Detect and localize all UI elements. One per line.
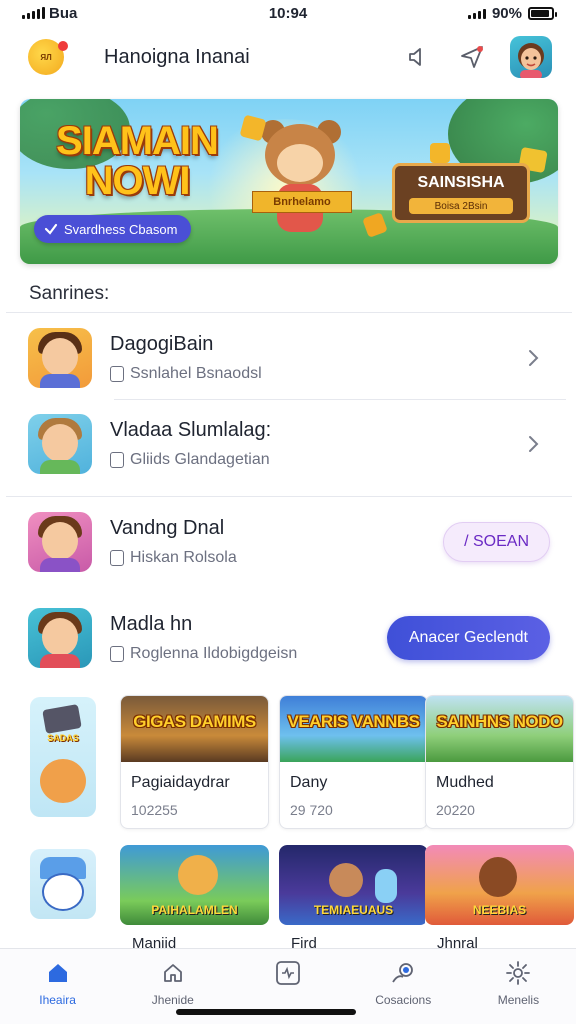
game-art: VEARIS VANNBS <box>280 696 427 762</box>
battery-icon <box>528 6 557 20</box>
cellular-icon <box>467 7 486 19</box>
game-card[interactable]: NEEBIAS Jhnral <box>425 845 574 952</box>
nav-label: Jhenide <box>151 993 194 1007</box>
list-item[interactable]: DagogiBain Ssnlahel Bsnaodsl <box>6 313 572 403</box>
banner-ribbon: Bnrhelamo <box>252 191 352 213</box>
sign-subtitle: Boisa 2Bsin <box>409 198 513 214</box>
list-item-subtitle: Ssnlahel Bsnaodsl <box>130 365 262 382</box>
game-card[interactable]: PAIHALAMLEN Maniid <box>120 845 269 952</box>
home-icon <box>44 959 72 987</box>
section-label: Sanrines: <box>29 283 110 304</box>
game-art-label: VEARIS VANNBS <box>287 712 420 731</box>
list-item-title: DagogiBain <box>110 333 214 355</box>
game-art-label: GIGAS DAMIMS <box>133 712 256 731</box>
gear-icon <box>504 959 532 987</box>
side-card-label: SADAS <box>47 733 79 743</box>
banner-cta-label: Svardhess Cbasom <box>64 221 178 237</box>
list-item-subtitle: Hiskan Rolsola <box>130 549 237 566</box>
game-art: SAINHNS NODO <box>426 696 573 762</box>
activity-icon <box>274 959 302 987</box>
banner-sign: SAINSISHA Boisa 2Bsin <box>392 163 530 223</box>
nav-label: Iheaira <box>39 993 76 1007</box>
house-outline-icon <box>159 959 187 987</box>
checkbox-icon[interactable] <box>110 366 124 382</box>
checkbox-icon[interactable] <box>110 550 124 566</box>
list-item-subtitle: Roglenna Ildobigdgeisn <box>130 645 298 662</box>
signal-icon <box>22 7 45 19</box>
soft-action-button[interactable]: / SOEAN <box>443 522 550 562</box>
chevron-right-icon[interactable] <box>518 343 548 373</box>
send-icon[interactable] <box>452 37 492 77</box>
avatar <box>28 512 92 572</box>
list-item-subtitle: Gliids Glandagetian <box>130 451 270 468</box>
logo-text: ЯЛ <box>40 52 52 62</box>
game-card[interactable]: GIGAS DAMIMS Pagiaidaydrar 102255 <box>120 695 269 829</box>
game-count: 102255 <box>131 802 178 818</box>
game-card[interactable]: TEMIAEUAUS Fird <box>279 845 428 952</box>
status-bar: Bua 10:94 90% <box>0 0 576 26</box>
checkbox-icon[interactable] <box>110 646 124 662</box>
carrier-label: Bua <box>49 4 78 22</box>
bear-mascot <box>255 120 345 244</box>
chevron-right-icon[interactable] <box>518 429 548 459</box>
game-art-label: PAIHALAMLEN <box>151 903 238 917</box>
nav-item-settings[interactable]: Menelis <box>461 949 576 1024</box>
avatar <box>28 414 92 474</box>
game-art-label: NEEBIAS <box>472 903 527 917</box>
game-title: Pagiaidaydrar <box>131 774 230 791</box>
game-art-label: TEMIAEUAUS <box>313 903 394 917</box>
game-count: 20220 <box>436 802 475 818</box>
avatar <box>28 608 92 668</box>
game-art-label: SAINHNS NODO <box>436 712 563 731</box>
list-item-title: Vandng Dnal <box>110 517 225 539</box>
sign-title: SAINSISHA <box>417 174 505 191</box>
game-title: Dany <box>290 774 328 791</box>
banner-cta-button[interactable]: Svardhess Cbasom <box>34 215 192 243</box>
status-time: 10:94 <box>268 4 308 22</box>
game-art: PAIHALAMLEN <box>120 845 269 925</box>
speaker-icon[interactable] <box>398 37 438 77</box>
game-card[interactable]: SAINHNS NODO Mudhed 20220 <box>425 695 574 829</box>
home-indicator[interactable] <box>176 1009 356 1015</box>
checkbox-icon[interactable] <box>110 452 124 468</box>
app-header: ЯЛ Hanoigna Inanai <box>0 30 576 84</box>
list-item[interactable]: Vladaa Slumlalag: Gliids Glandagetian <box>6 399 572 489</box>
game-card[interactable]: VEARIS VANNBS Dany 29 720 <box>279 695 428 829</box>
nav-label: Menelis <box>497 993 540 1007</box>
list-item[interactable]: Madla hn Roglenna Ildobigdgeisn Anacer G… <box>6 593 572 683</box>
game-art: NEEBIAS <box>425 845 574 925</box>
list-item-title: Vladaa Slumlalag: <box>110 419 272 441</box>
character-icon <box>40 759 86 803</box>
hero-banner[interactable]: SIAMAIN NOWI Bnrhelamo SAINSISHA Boisa 2… <box>20 99 558 264</box>
app-title: Hanoigna Inanai <box>104 45 250 68</box>
banner-title: SIAMAIN NOWI <box>56 119 219 203</box>
check-icon <box>44 223 58 235</box>
game-art <box>42 704 82 734</box>
search-user-icon <box>389 959 417 987</box>
game-art: TEMIAEUAUS <box>279 845 428 925</box>
game-art: GIGAS DAMIMS <box>121 696 268 762</box>
side-game-card[interactable]: SADAS <box>30 697 96 817</box>
side-game-card[interactable] <box>30 849 96 919</box>
nav-item-connections[interactable]: Cosacions <box>346 949 461 1024</box>
avatar <box>28 328 92 388</box>
list-card: DagogiBain Ssnlahel Bsnaodsl Vladaa Slum… <box>6 312 572 496</box>
primary-action-button[interactable]: Anacer Geclendt <box>386 616 550 660</box>
list-item-title: Madla hn <box>110 613 193 635</box>
app-logo[interactable]: ЯЛ <box>28 39 68 75</box>
profile-avatar[interactable] <box>510 36 552 78</box>
coin-icon <box>430 143 450 163</box>
games-card: Vandng Dnal Hiskan Rolsola / SOEAN Madla… <box>6 496 574 952</box>
nav-label: Cosacions <box>375 993 432 1007</box>
battery-percent: 90% <box>491 4 522 22</box>
nav-item-home[interactable]: Iheaira <box>0 949 115 1024</box>
game-title: Mudhed <box>436 774 494 791</box>
list-item[interactable]: Vandng Dnal Hiskan Rolsola / SOEAN <box>6 497 572 587</box>
game-count: 29 720 <box>290 802 333 818</box>
character-icon <box>42 873 84 911</box>
